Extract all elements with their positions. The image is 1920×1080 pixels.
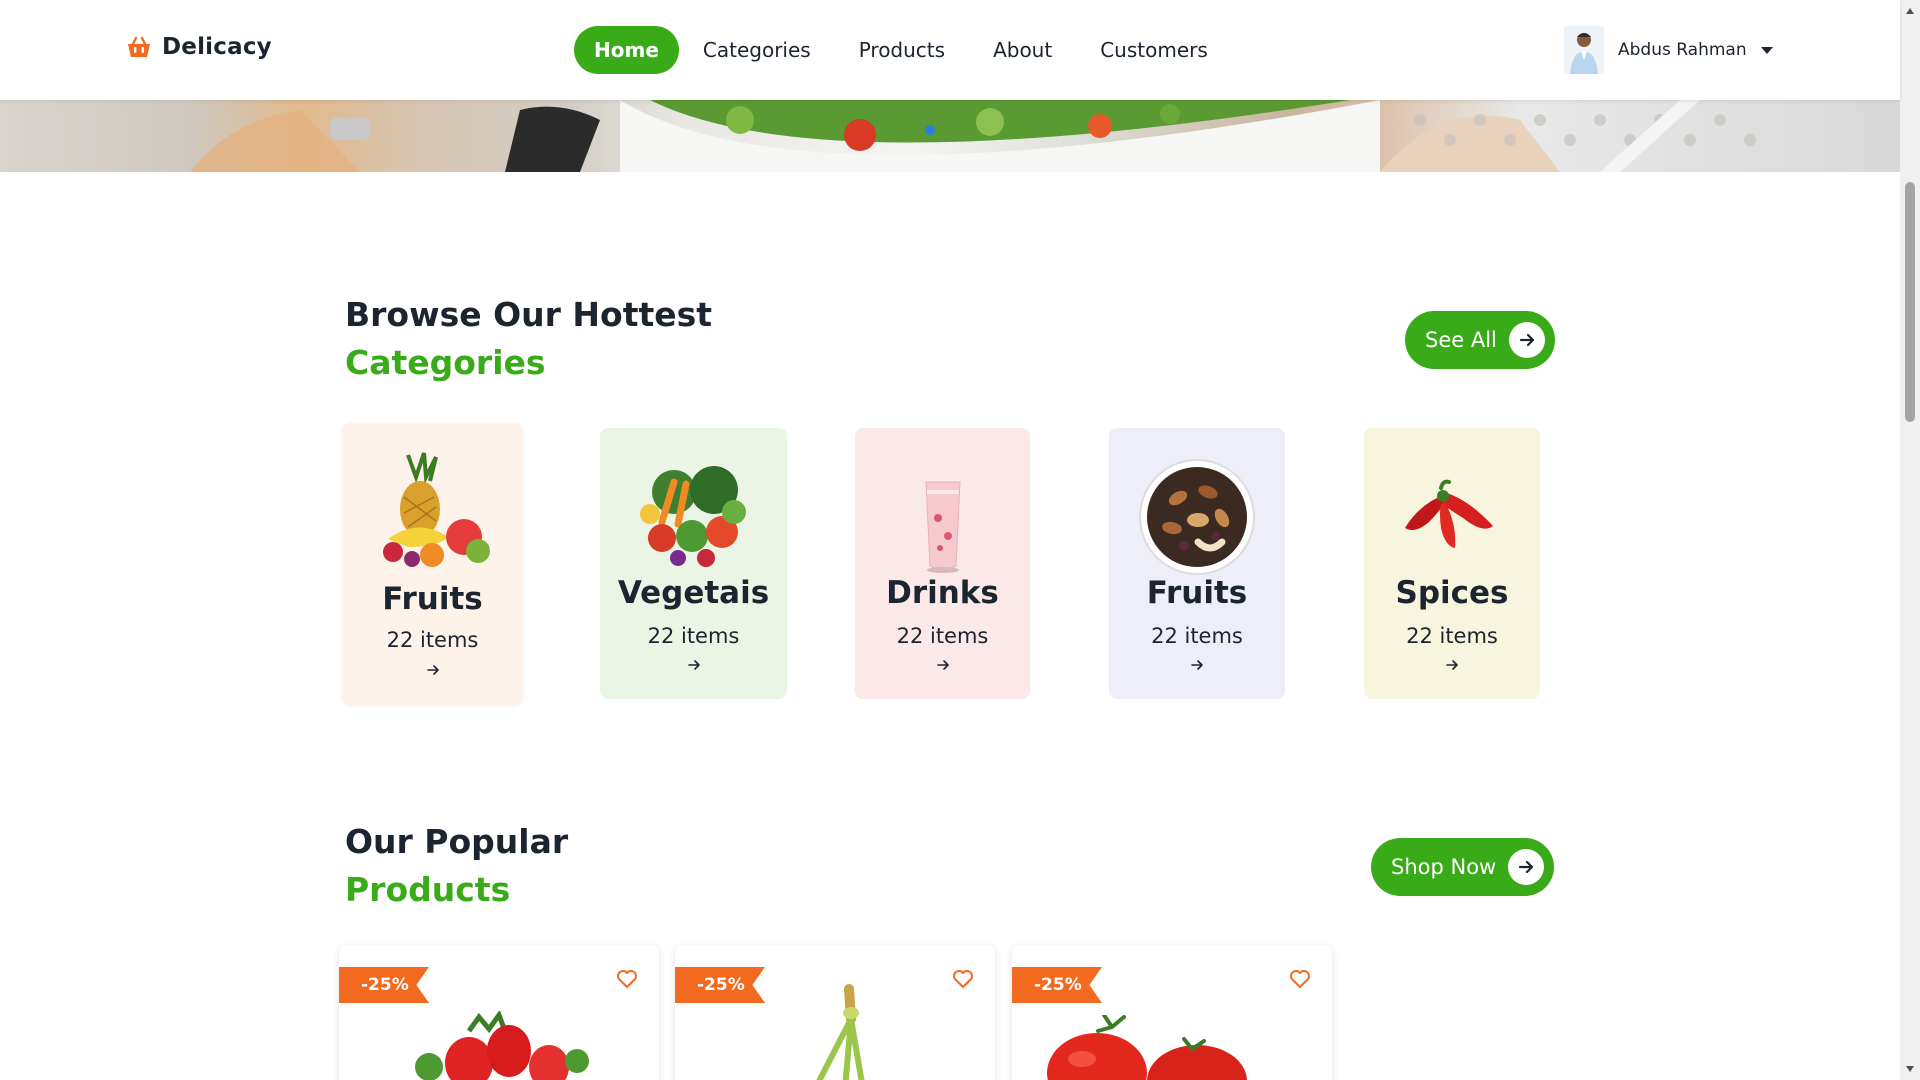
category-count: 22 items [386, 628, 479, 652]
category-name: Fruits [382, 581, 483, 617]
page: Delicacy Home Categories Products About … [0, 0, 1920, 1080]
nav-customers[interactable]: Customers [1076, 26, 1232, 74]
arrow-right-icon [687, 660, 700, 670]
product-card[interactable]: -25% [339, 945, 659, 1080]
nav-home[interactable]: Home [574, 26, 679, 74]
vertical-scrollbar[interactable] [1900, 0, 1920, 1080]
strawberries-image [415, 1011, 589, 1080]
brand-logo[interactable]: Delicacy [126, 34, 272, 60]
arrow-right-icon [1508, 849, 1545, 885]
discount-badge: -25% [675, 967, 765, 1003]
category-count: 22 items [896, 624, 989, 648]
category-count: 22 items [1151, 624, 1243, 648]
arrow-right-icon [426, 665, 439, 675]
heart-icon[interactable] [1288, 967, 1312, 991]
main-nav: Home Categories Products About Customers [574, 26, 1232, 74]
red-chilies-image [1405, 479, 1493, 548]
category-card-nuts[interactable]: Fruits 22 items [1109, 428, 1285, 699]
lemongrass-image [816, 984, 865, 1080]
category-count: 22 items [647, 624, 740, 648]
category-card-spices[interactable]: Spices 22 items [1364, 428, 1540, 699]
avatar[interactable] [1564, 26, 1604, 74]
hero-banner-image [0, 100, 1900, 172]
category-name: Vegetais [617, 575, 770, 611]
mixed-nuts-image [1139, 459, 1255, 575]
heart-icon[interactable] [951, 967, 975, 991]
nav-about[interactable]: About [969, 26, 1076, 74]
product-card[interactable]: -25% [675, 945, 995, 1080]
see-all-label: See All [1425, 328, 1497, 352]
category-card-vegetables[interactable]: Vegetais 22 items [600, 428, 787, 699]
nav-products[interactable]: Products [835, 26, 969, 74]
shop-now-button[interactable]: Shop Now [1371, 838, 1555, 896]
shop-now-label: Shop Now [1391, 855, 1497, 879]
arrow-right-icon [936, 660, 949, 670]
categories-title: Browse Our Hottest [345, 295, 713, 334]
user-photo [1564, 26, 1604, 74]
arrow-right-icon [1446, 660, 1458, 670]
brand-name: Delicacy [162, 34, 272, 60]
arrow-right-icon [1191, 660, 1203, 670]
user-name: Abdus Rahman [1618, 40, 1747, 60]
top-navbar: Delicacy Home Categories Products About … [0, 0, 1900, 100]
nav-categories[interactable]: Categories [679, 26, 835, 74]
category-card-drinks[interactable]: Drinks 22 items [855, 428, 1030, 699]
category-card-fruits[interactable]: Fruits 22 items [342, 423, 523, 705]
salad-bowl-image [190, 100, 1756, 172]
tomatoes-image [1047, 1015, 1247, 1080]
caret-down-icon[interactable] [1760, 46, 1773, 54]
heart-icon[interactable] [615, 967, 639, 991]
scroll-down-arrow-icon[interactable] [1906, 1066, 1914, 1072]
scroll-up-arrow-icon[interactable] [1906, 8, 1914, 14]
scroll-thumb[interactable] [1905, 182, 1915, 422]
see-all-button[interactable]: See All [1405, 311, 1555, 369]
discount-badge: -25% [339, 967, 429, 1003]
product-card[interactable]: -25% [1012, 945, 1332, 1080]
category-count: 22 items [1406, 624, 1498, 648]
basket-icon [128, 36, 150, 57]
products-subtitle: Products [345, 870, 511, 909]
category-name: Spices [1395, 575, 1509, 611]
products-title: Our Popular [345, 822, 569, 861]
vegetables-image [639, 466, 746, 567]
category-name: Fruits [1146, 575, 1248, 611]
smoothie-glass-image [924, 481, 961, 573]
arrow-right-icon [1508, 322, 1545, 358]
user-menu[interactable]: Abdus Rahman [1564, 26, 1773, 74]
fruit-basket-image [382, 452, 490, 567]
categories-subtitle: Categories [345, 343, 546, 382]
category-name: Drinks [886, 575, 999, 611]
discount-badge: -25% [1012, 967, 1102, 1003]
